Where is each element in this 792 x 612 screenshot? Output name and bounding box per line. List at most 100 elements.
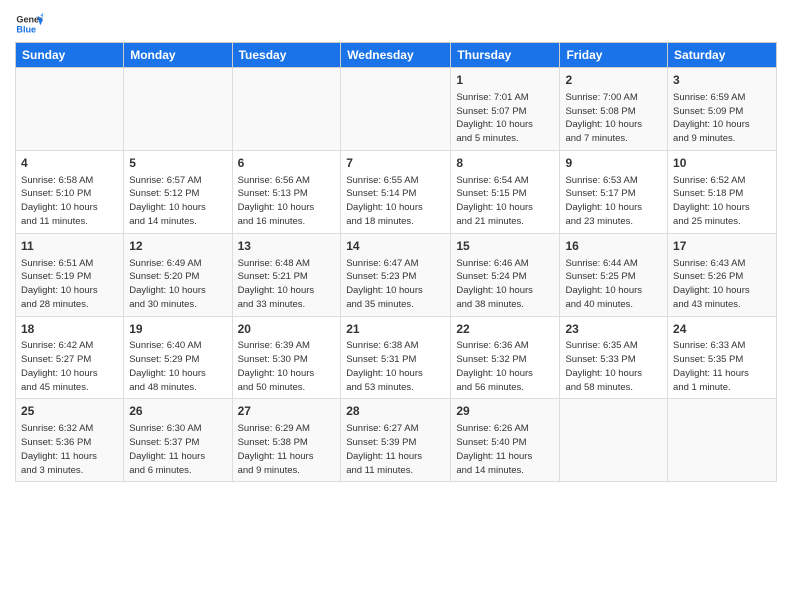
day-info: Sunrise: 6:36 AM Sunset: 5:32 PM Dayligh… [456,339,554,394]
day-info: Sunrise: 6:57 AM Sunset: 5:12 PM Dayligh… [129,174,226,229]
logo: General Blue [15,10,47,38]
day-info: Sunrise: 6:29 AM Sunset: 5:38 PM Dayligh… [238,422,336,477]
calendar-cell [124,68,232,151]
day-number: 9 [565,155,662,172]
day-number: 8 [456,155,554,172]
calendar-cell: 2 Sunrise: 7:00 AM Sunset: 5:08 PM Daylig… [560,68,668,151]
day-number: 5 [129,155,226,172]
day-info: Sunrise: 6:55 AM Sunset: 5:14 PM Dayligh… [346,174,445,229]
day-info: Sunrise: 6:27 AM Sunset: 5:39 PM Dayligh… [346,422,445,477]
calendar-cell: 14 Sunrise: 6:47 AM Sunset: 5:23 PM Dayli… [341,233,451,316]
day-number: 12 [129,238,226,255]
calendar-cell [16,68,124,151]
day-info: Sunrise: 6:32 AM Sunset: 5:36 PM Dayligh… [21,422,118,477]
calendar-cell: 12 Sunrise: 6:49 AM Sunset: 5:20 PM Dayli… [124,233,232,316]
calendar-cell: 15 Sunrise: 6:46 AM Sunset: 5:24 PM Dayli… [451,233,560,316]
weekday-header-thursday: Thursday [451,43,560,68]
calendar-cell: 3 Sunrise: 6:59 AM Sunset: 5:09 PM Daylig… [668,68,777,151]
day-number: 10 [673,155,771,172]
calendar-cell: 8 Sunrise: 6:54 AM Sunset: 5:15 PM Daylig… [451,150,560,233]
calendar-table: SundayMondayTuesdayWednesdayThursdayFrid… [15,42,777,482]
day-number: 29 [456,403,554,420]
day-number: 27 [238,403,336,420]
day-number: 26 [129,403,226,420]
calendar-cell: 7 Sunrise: 6:55 AM Sunset: 5:14 PM Daylig… [341,150,451,233]
day-info: Sunrise: 6:43 AM Sunset: 5:26 PM Dayligh… [673,257,771,312]
day-info: Sunrise: 6:59 AM Sunset: 5:09 PM Dayligh… [673,91,771,146]
day-info: Sunrise: 6:53 AM Sunset: 5:17 PM Dayligh… [565,174,662,229]
calendar-cell: 28 Sunrise: 6:27 AM Sunset: 5:39 PM Dayli… [341,399,451,482]
calendar-cell: 5 Sunrise: 6:57 AM Sunset: 5:12 PM Daylig… [124,150,232,233]
day-number: 3 [673,72,771,89]
day-info: Sunrise: 6:54 AM Sunset: 5:15 PM Dayligh… [456,174,554,229]
day-number: 18 [21,321,118,338]
day-number: 23 [565,321,662,338]
calendar-cell: 25 Sunrise: 6:32 AM Sunset: 5:36 PM Dayli… [16,399,124,482]
day-info: Sunrise: 6:40 AM Sunset: 5:29 PM Dayligh… [129,339,226,394]
calendar-cell [341,68,451,151]
calendar-cell: 11 Sunrise: 6:51 AM Sunset: 5:19 PM Dayli… [16,233,124,316]
day-info: Sunrise: 6:46 AM Sunset: 5:24 PM Dayligh… [456,257,554,312]
calendar-cell: 4Sunrise: 6:58 AM Sunset: 5:10 PM Daylig… [16,150,124,233]
day-number: 24 [673,321,771,338]
svg-text:Blue: Blue [16,24,36,34]
day-info: Sunrise: 6:49 AM Sunset: 5:20 PM Dayligh… [129,257,226,312]
day-info: Sunrise: 6:58 AM Sunset: 5:10 PM Dayligh… [21,174,118,229]
day-info: Sunrise: 6:48 AM Sunset: 5:21 PM Dayligh… [238,257,336,312]
day-info: Sunrise: 6:30 AM Sunset: 5:37 PM Dayligh… [129,422,226,477]
day-number: 11 [21,238,118,255]
calendar-week-5: 25 Sunrise: 6:32 AM Sunset: 5:36 PM Dayli… [16,399,777,482]
weekday-header-tuesday: Tuesday [232,43,341,68]
calendar-cell [560,399,668,482]
calendar-cell: 22Sunrise: 6:36 AM Sunset: 5:32 PM Dayli… [451,316,560,399]
calendar-cell: 6 Sunrise: 6:56 AM Sunset: 5:13 PM Daylig… [232,150,341,233]
day-info: Sunrise: 6:47 AM Sunset: 5:23 PM Dayligh… [346,257,445,312]
day-number: 7 [346,155,445,172]
day-info: Sunrise: 6:26 AM Sunset: 5:40 PM Dayligh… [456,422,554,477]
calendar-cell [668,399,777,482]
day-number: 19 [129,321,226,338]
header: General Blue [15,10,777,38]
calendar-cell: 13 Sunrise: 6:48 AM Sunset: 5:21 PM Dayli… [232,233,341,316]
day-number: 16 [565,238,662,255]
day-info: Sunrise: 6:52 AM Sunset: 5:18 PM Dayligh… [673,174,771,229]
day-number: 28 [346,403,445,420]
day-info: Sunrise: 6:33 AM Sunset: 5:35 PM Dayligh… [673,339,771,394]
calendar-cell: 27 Sunrise: 6:29 AM Sunset: 5:38 PM Dayli… [232,399,341,482]
day-info: Sunrise: 6:35 AM Sunset: 5:33 PM Dayligh… [565,339,662,394]
weekday-header-friday: Friday [560,43,668,68]
calendar-cell: 18Sunrise: 6:42 AM Sunset: 5:27 PM Dayli… [16,316,124,399]
calendar-cell: 26 Sunrise: 6:30 AM Sunset: 5:37 PM Dayli… [124,399,232,482]
day-number: 25 [21,403,118,420]
calendar-body: 1 Sunrise: 7:01 AM Sunset: 5:07 PM Daylig… [16,68,777,482]
day-number: 17 [673,238,771,255]
day-number: 14 [346,238,445,255]
weekday-header-saturday: Saturday [668,43,777,68]
weekday-header-wednesday: Wednesday [341,43,451,68]
day-number: 22 [456,321,554,338]
day-number: 1 [456,72,554,89]
calendar-cell: 10 Sunrise: 6:52 AM Sunset: 5:18 PM Dayli… [668,150,777,233]
day-info: Sunrise: 6:39 AM Sunset: 5:30 PM Dayligh… [238,339,336,394]
calendar-cell: 24Sunrise: 6:33 AM Sunset: 5:35 PM Dayli… [668,316,777,399]
day-info: Sunrise: 6:44 AM Sunset: 5:25 PM Dayligh… [565,257,662,312]
day-number: 20 [238,321,336,338]
day-info: Sunrise: 6:56 AM Sunset: 5:13 PM Dayligh… [238,174,336,229]
calendar-cell: 20Sunrise: 6:39 AM Sunset: 5:30 PM Dayli… [232,316,341,399]
calendar-header-row: SundayMondayTuesdayWednesdayThursdayFrid… [16,43,777,68]
calendar-cell: 29 Sunrise: 6:26 AM Sunset: 5:40 PM Dayli… [451,399,560,482]
day-number: 15 [456,238,554,255]
day-info: Sunrise: 6:51 AM Sunset: 5:19 PM Dayligh… [21,257,118,312]
day-number: 21 [346,321,445,338]
day-info: Sunrise: 7:01 AM Sunset: 5:07 PM Dayligh… [456,91,554,146]
day-number: 13 [238,238,336,255]
calendar-cell: 23Sunrise: 6:35 AM Sunset: 5:33 PM Dayli… [560,316,668,399]
day-info: Sunrise: 7:00 AM Sunset: 5:08 PM Dayligh… [565,91,662,146]
day-number: 6 [238,155,336,172]
calendar-week-4: 18Sunrise: 6:42 AM Sunset: 5:27 PM Dayli… [16,316,777,399]
day-number: 2 [565,72,662,89]
calendar-cell [232,68,341,151]
calendar-week-2: 4Sunrise: 6:58 AM Sunset: 5:10 PM Daylig… [16,150,777,233]
day-info: Sunrise: 6:42 AM Sunset: 5:27 PM Dayligh… [21,339,118,394]
calendar-cell: 16 Sunrise: 6:44 AM Sunset: 5:25 PM Dayli… [560,233,668,316]
